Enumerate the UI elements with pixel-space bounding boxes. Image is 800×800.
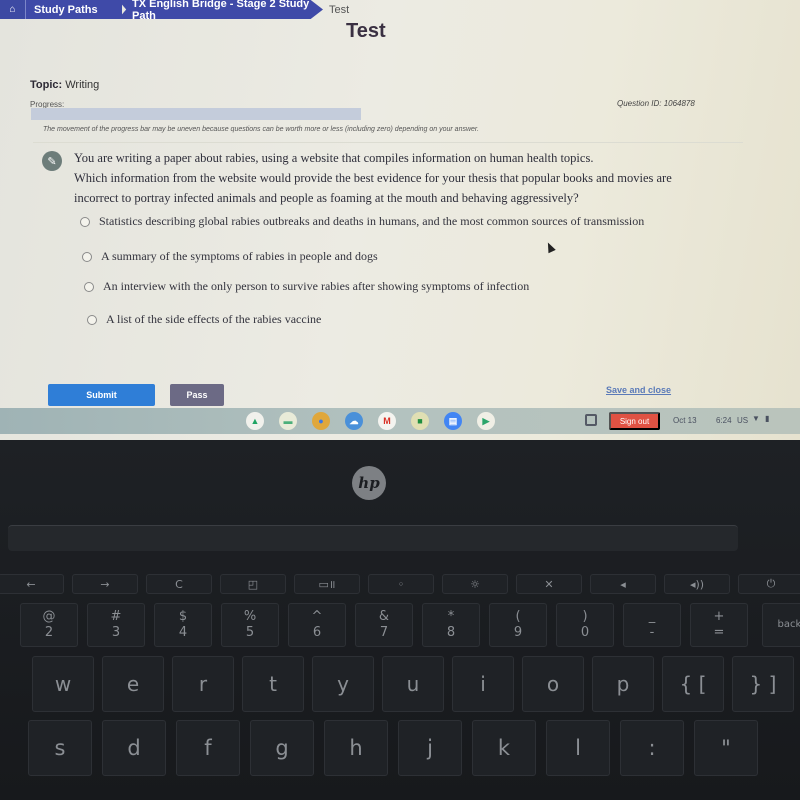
breadcrumb-study-paths[interactable]: Study Paths (26, 0, 122, 19)
files-icon[interactable]: ☁ (345, 412, 363, 430)
number-key[interactable]: ) 0 (556, 603, 614, 647)
breadcrumb-study-path[interactable]: TX English Bridge - Stage 2 Study Path (118, 0, 323, 19)
sign-out-button[interactable]: Sign out (609, 412, 660, 430)
function-key[interactable]: ✕ (516, 574, 582, 594)
function-key[interactable]: ◂)) (664, 574, 730, 594)
answer-option-4[interactable]: A list of the side effects of the rabies… (87, 312, 321, 327)
letter-key[interactable]: { [ (662, 656, 724, 712)
letter-key[interactable]: e (102, 656, 164, 712)
option-label: Statistics describing global rabies outb… (99, 214, 645, 228)
chrome-icon[interactable]: ● (312, 412, 330, 430)
prompt-line-2: Which information from the website would… (74, 171, 672, 205)
letter-key[interactable]: h (324, 720, 388, 776)
function-key[interactable]: ▭॥ (294, 574, 360, 594)
wifi-icon[interactable]: ▼ (752, 414, 760, 423)
letter-key[interactable]: p (592, 656, 654, 712)
letter-key[interactable]: } ] (732, 656, 794, 712)
letter-key[interactable]: l (546, 720, 610, 776)
home-icon[interactable]: ⌂ (0, 0, 26, 19)
number-key[interactable]: % 5 (221, 603, 279, 647)
question-prompt: You are writing a paper about rabies, us… (74, 148, 684, 208)
letter-key[interactable]: d (102, 720, 166, 776)
progress-bar (31, 108, 361, 120)
number-key[interactable]: + = (690, 603, 748, 647)
function-key[interactable]: ◂ (590, 574, 656, 594)
function-key[interactable]: C (146, 574, 212, 594)
meet-icon[interactable]: ▬ (279, 412, 297, 430)
laptop-hinge (8, 525, 738, 551)
radio-button[interactable] (80, 216, 90, 227)
function-key[interactable]: ← (0, 574, 64, 594)
option-label: An interview with the only person to sur… (103, 279, 530, 293)
save-and-close-link[interactable]: Save and close (606, 385, 671, 395)
answer-option-1[interactable]: Statistics describing global rabies outb… (80, 214, 644, 229)
letter-key[interactable]: f (176, 720, 240, 776)
breadcrumb: ⌂ Study Paths TX English Bridge - Stage … (0, 0, 349, 19)
radio-button[interactable] (82, 251, 92, 262)
number-key[interactable]: _ - (623, 603, 681, 647)
number-key[interactable]: * 8 (422, 603, 480, 647)
function-key[interactable]: ◦ (368, 574, 434, 594)
radio-button[interactable] (84, 281, 94, 292)
letter-key[interactable]: g (250, 720, 314, 776)
gmail-icon[interactable]: M (378, 412, 396, 430)
pencil-icon: ✎ (42, 151, 62, 171)
letter-key[interactable]: w (32, 656, 94, 712)
tray-locale[interactable]: US (737, 416, 748, 425)
radio-button[interactable] (87, 314, 97, 325)
function-key[interactable]: ◰ (220, 574, 286, 594)
topic-value: Writing (65, 79, 100, 91)
number-key[interactable]: #3 (87, 603, 145, 647)
function-key[interactable]: → (72, 574, 138, 594)
option-label: A list of the side effects of the rabies… (106, 312, 322, 326)
letter-key[interactable]: k (472, 720, 536, 776)
pass-button[interactable]: Pass (170, 384, 224, 406)
page-title: Test (346, 20, 386, 42)
breadcrumb-current: Test (329, 3, 350, 16)
battery-icon[interactable]: ▮ (765, 414, 769, 423)
progress-note: The movement of the progress bar may be … (43, 126, 479, 133)
play-store-icon[interactable]: ▶ (477, 412, 495, 430)
tray-time[interactable]: 6:24 (716, 416, 732, 425)
topic-label: Topic: (30, 79, 63, 91)
classroom-icon[interactable]: ■ (411, 412, 429, 430)
number-key[interactable]: (9 (489, 603, 547, 647)
number-key[interactable]: $4 (154, 603, 212, 647)
answer-option-3[interactable]: An interview with the only person to sur… (84, 279, 529, 294)
letter-key[interactable]: s (28, 720, 92, 776)
window-overview-icon[interactable] (585, 414, 597, 426)
topic: Topic: Writing (30, 79, 99, 91)
letter-key[interactable]: j (398, 720, 462, 776)
letter-key[interactable]: o (522, 656, 584, 712)
letter-key[interactable]: i (452, 656, 514, 712)
number-key[interactable]: & 7 (355, 603, 413, 647)
hp-logo: hp (352, 466, 386, 500)
letter-key[interactable]: t (242, 656, 304, 712)
option-label: A summary of the symptoms of rabies in p… (101, 249, 378, 263)
function-key[interactable]: ☼ (442, 574, 508, 594)
letter-key[interactable]: y (312, 656, 374, 712)
docs-icon[interactable]: ▤ (444, 412, 462, 430)
letter-key[interactable]: r (172, 656, 234, 712)
google-drive-icon[interactable]: ▲ (246, 412, 264, 430)
screen: ⌂ Study Paths TX English Bridge - Stage … (0, 0, 800, 440)
letter-key[interactable]: " (694, 720, 758, 776)
letter-key[interactable]: u (382, 656, 444, 712)
question-id: Question ID: 1064878 (617, 99, 695, 108)
prompt-line-1: You are writing a paper about rabies, us… (74, 151, 594, 165)
submit-button[interactable]: Submit (48, 384, 155, 406)
backspace-key[interactable]: backs (762, 603, 800, 647)
tray-date[interactable]: Oct 13 (673, 416, 697, 425)
letter-key[interactable]: : (620, 720, 684, 776)
function-key[interactable]: ⏻ (738, 574, 800, 594)
number-key[interactable]: ^ 6 (288, 603, 346, 647)
number-key[interactable]: @2 (20, 603, 78, 647)
answer-option-2[interactable]: A summary of the symptoms of rabies in p… (82, 249, 378, 264)
